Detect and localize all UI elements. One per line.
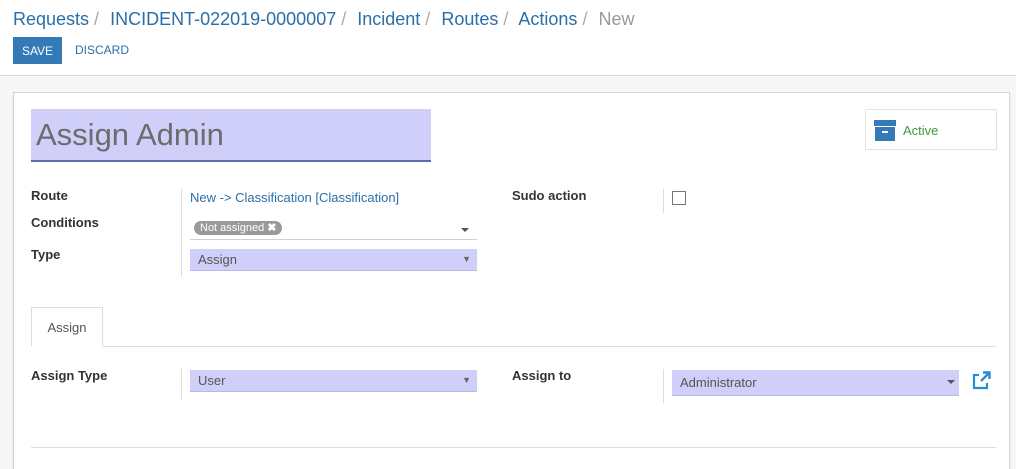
breadcrumb-incident-ref[interactable]: INCIDENT-022019-0000007 [110, 9, 336, 29]
save-button[interactable]: SAVE [13, 37, 62, 64]
chevron-down-icon [947, 380, 955, 384]
breadcrumb-separator: / [503, 9, 509, 29]
breadcrumb-separator: / [582, 9, 588, 29]
archive-icon [874, 120, 896, 141]
chevron-down-icon: ▼ [462, 254, 471, 264]
chevron-down-icon[interactable] [461, 228, 469, 232]
discard-button[interactable]: DISCARD [75, 43, 129, 57]
type-label: Type [31, 247, 61, 262]
breadcrumb-separator: / [341, 9, 347, 29]
assign-type-label: Assign Type [31, 368, 108, 383]
tab-assign[interactable]: Assign [31, 307, 103, 347]
control-panel: Requests / INCIDENT-022019-0000007/ Incid… [0, 0, 1016, 76]
condition-tag-label: Not assigned [200, 222, 265, 234]
remove-tag-icon[interactable]: ✖ [267, 222, 276, 234]
type-select[interactable]: Assign ▼ [190, 249, 477, 271]
breadcrumb-separator: / [425, 9, 431, 29]
breadcrumb-separator: / [94, 9, 100, 29]
breadcrumb: Requests / INCIDENT-022019-0000007/ Incid… [13, 9, 634, 30]
assign-to-value: Administrator [680, 375, 757, 390]
external-link-icon[interactable] [971, 371, 991, 391]
field-separator [663, 369, 664, 403]
field-separator [181, 189, 182, 277]
chevron-down-icon: ▼ [462, 375, 471, 385]
assign-type-value: User [198, 373, 226, 388]
route-label: Route [31, 188, 68, 203]
field-separator [663, 189, 664, 213]
conditions-field[interactable]: Not assigned ✖ [190, 219, 477, 240]
assign-type-select[interactable]: User ▼ [190, 370, 477, 392]
breadcrumb-requests[interactable]: Requests [13, 9, 89, 29]
assign-to-label: Assign to [512, 368, 572, 383]
active-toggle-button[interactable]: Active [865, 109, 997, 150]
sudo-action-checkbox[interactable] [672, 191, 686, 205]
breadcrumb-actions[interactable]: Actions [518, 9, 577, 29]
tab-bar [31, 346, 996, 347]
conditions-label: Conditions [31, 215, 99, 230]
condition-tag: Not assigned ✖ [194, 221, 283, 235]
divider [31, 447, 996, 448]
form-sheet: Assign Admin Active Route Conditions Typ… [13, 92, 1010, 469]
breadcrumb-current: New [598, 9, 635, 29]
breadcrumb-routes[interactable]: Routes [441, 9, 498, 29]
sudo-action-label: Sudo action [512, 188, 587, 203]
route-link[interactable]: New -> Classification [Classification] [190, 190, 399, 205]
assign-to-select[interactable]: Administrator [672, 370, 959, 396]
breadcrumb-incident[interactable]: Incident [357, 9, 420, 29]
title-input[interactable]: Assign Admin [31, 109, 431, 162]
type-select-value: Assign [198, 252, 238, 267]
field-separator [181, 369, 182, 399]
active-label: Active [903, 123, 939, 138]
